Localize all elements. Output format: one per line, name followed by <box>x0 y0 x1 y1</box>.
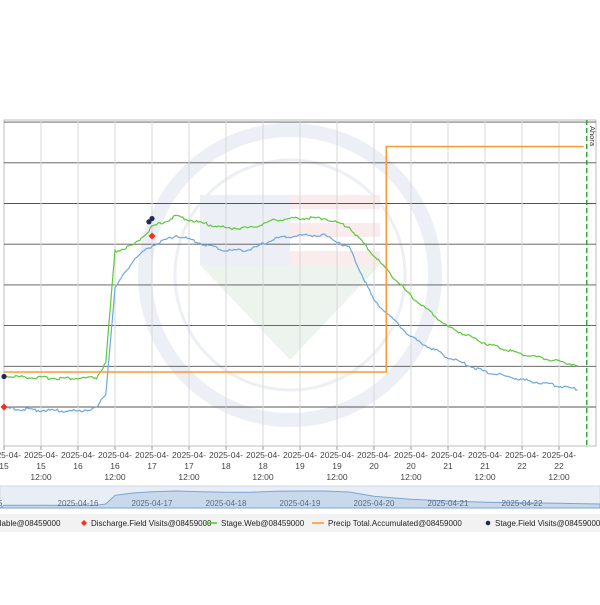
x-tick-label: 2025-04-21 <box>431 450 465 471</box>
x-tick-label-line: 2025-04- <box>0 450 21 460</box>
legend: ilable@08459000 Discharge.Field Visits@08… <box>0 514 600 532</box>
x-tick-label-line: 15 <box>36 461 46 471</box>
chart-svg: Ahora 2025-04-152025-04-1512:002025-04-1… <box>0 119 600 532</box>
x-tick-label-line: 2025-04- <box>61 450 95 460</box>
x-tick-label-line: 12:00 <box>474 472 496 482</box>
x-tick-label-line: 2025-04- <box>283 450 317 460</box>
x-tick-label: 2025-04-17 <box>135 450 169 471</box>
navigator-tick-label: 2025-04-19 <box>280 499 321 508</box>
navigator-tick-label: 2025-04-17 <box>132 499 173 508</box>
x-tick-label: 2025-04-15 12:00 <box>24 450 58 482</box>
x-tick-label: 2025-04-15 <box>0 450 21 471</box>
x-tick-label-line: 12:00 <box>548 472 570 482</box>
x-tick-label: 2025-04-20 12:00 <box>394 450 428 482</box>
x-tick-label-line: 2025-04- <box>209 450 243 460</box>
x-tick-label: 2025-04-19 <box>283 450 317 471</box>
plot-grid <box>3 119 597 447</box>
navigator-tick-label: 2025-04-16 <box>58 499 99 508</box>
x-tick-label-line: 21 <box>443 461 453 471</box>
x-tick-label: 2025-04-18 <box>209 450 243 471</box>
x-tick-label: 2025-04-21 12:00 <box>468 450 502 482</box>
x-tick-label-line: 17 <box>184 461 194 471</box>
legend-label: Stage.Field Visits@08459000 <box>495 519 600 528</box>
field-visit-discharge-point <box>0 403 8 411</box>
x-tick-label-line: 22 <box>554 461 564 471</box>
x-tick-label-line: 19 <box>332 461 342 471</box>
x-tick-label: 2025-04-19 12:00 <box>320 450 354 482</box>
x-tick-label-line: 18 <box>221 461 231 471</box>
x-tick-label-line: 2025-04- <box>505 450 539 460</box>
x-tick-label-line: 19 <box>295 461 305 471</box>
field-visit-stage-point <box>149 215 155 222</box>
x-tick-label-line: 21 <box>480 461 490 471</box>
x-tick-label: 2025-04-16 <box>61 450 95 471</box>
navigator-tick-label: 2025-04-18 <box>206 499 247 508</box>
now-label: Ahora <box>588 126 597 147</box>
x-tick-label-line: 2025-04- <box>542 450 576 460</box>
x-tick-label-line: 2025-04- <box>172 450 206 460</box>
x-tick-label-line: 2025-04- <box>320 450 354 460</box>
x-tick-label-line: 18 <box>258 461 268 471</box>
x-tick-label-line: 17 <box>147 461 157 471</box>
x-tick-label: 2025-04-18 12:00 <box>246 450 280 482</box>
x-tick-label-line: 2025-04- <box>468 450 502 460</box>
navigator-tick-label: 2025-04-21 <box>428 499 469 508</box>
x-tick-label-line: 22 <box>517 461 527 471</box>
legend-label: ilable@08459000 <box>0 519 61 528</box>
navigator-tick-label: 2025-04-20 <box>354 499 395 508</box>
x-tick-label-line: 2025-04- <box>357 450 391 460</box>
x-tick-label-line: 16 <box>110 461 120 471</box>
x-tick-label-line: 12:00 <box>326 472 348 482</box>
x-tick-label-line: 20 <box>406 461 416 471</box>
x-tick-label: 2025-04-20 <box>357 450 391 471</box>
x-tick-label-line: 15 <box>0 461 9 471</box>
x-tick-label: 2025-04-22 12:00 <box>542 450 576 482</box>
x-tick-label: 2025-04-16 12:00 <box>98 450 132 482</box>
hydrograph-chart: Ahora 2025-04-152025-04-1512:002025-04-1… <box>0 0 600 600</box>
x-axis: 2025-04-152025-04-1512:002025-04-162025-… <box>0 446 576 482</box>
x-tick-label-line: 12:00 <box>400 472 422 482</box>
legend-label: Stage.Web@08459000 <box>221 519 305 528</box>
x-tick-label-line: 12:00 <box>30 472 52 482</box>
x-tick-label: 2025-04-22 <box>505 450 539 471</box>
legend-label: Discharge.Field Visits@08459000 <box>91 519 212 528</box>
x-tick-label-line: 2025-04- <box>394 450 428 460</box>
legend-label: Precip Total.Accumulated@08459000 <box>328 519 462 528</box>
x-tick-label-line: 20 <box>369 461 379 471</box>
x-tick-label: 2025-04-17 12:00 <box>172 450 206 482</box>
x-tick-label-line: 2025-04- <box>246 450 280 460</box>
now-marker: Ahora <box>586 120 597 446</box>
field-visit-stage-point <box>1 373 7 380</box>
x-tick-label-line: 12:00 <box>252 472 274 482</box>
legend-symbol-circle <box>485 520 491 526</box>
x-tick-label-line: 16 <box>73 461 83 471</box>
navigator-tick-label: 2025-04-22 <box>502 499 543 508</box>
x-tick-label-line: 2025-04- <box>24 450 58 460</box>
x-tick-label-line: 2025-04- <box>431 450 465 460</box>
x-tick-label-line: 2025-04- <box>135 450 169 460</box>
range-navigator[interactable]: 152025-04-162025-04-172025-04-182025-04-… <box>0 485 600 509</box>
x-tick-label-line: 12:00 <box>104 472 126 482</box>
x-tick-label-line: 2025-04- <box>98 450 132 460</box>
x-tick-label-line: 12:00 <box>178 472 200 482</box>
